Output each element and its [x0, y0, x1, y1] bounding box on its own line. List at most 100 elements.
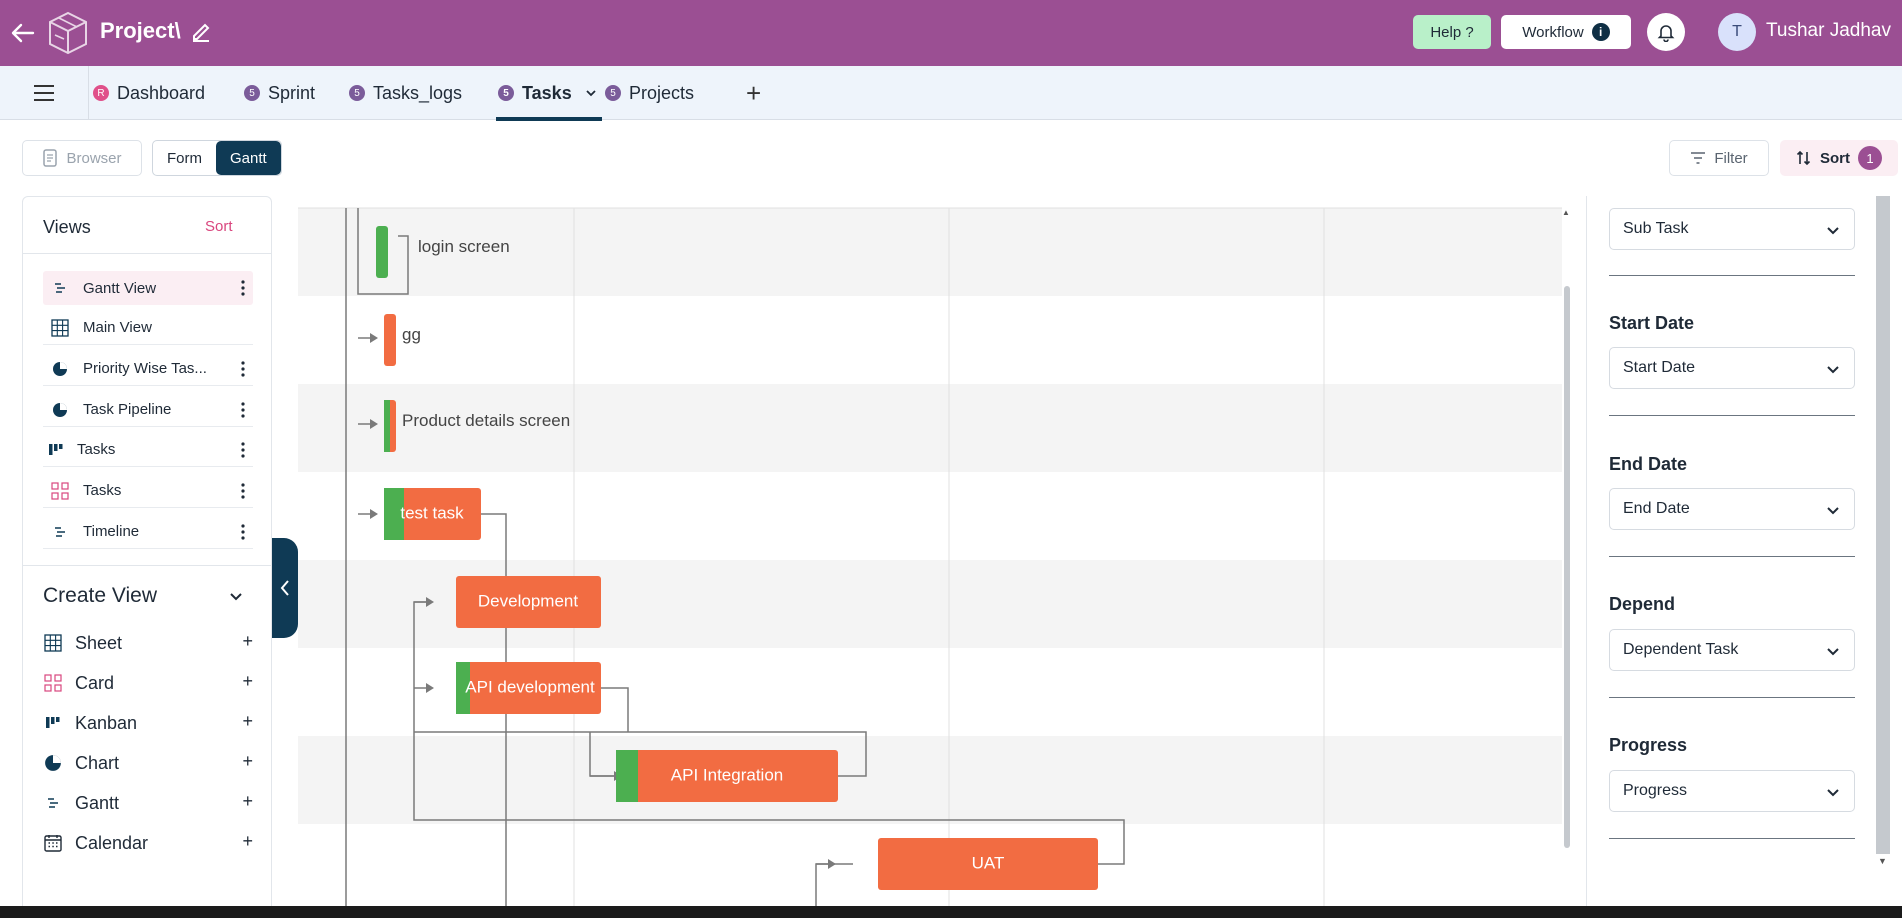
progress-select[interactable]: Progress — [1609, 770, 1855, 812]
tab-tasks-logs[interactable]: 5 Tasks_logs — [349, 80, 462, 106]
tab-tasks[interactable]: 5 Tasks — [498, 80, 596, 106]
hamburger-menu-icon[interactable] — [30, 82, 58, 104]
sort-count-badge: 1 — [1858, 146, 1882, 170]
gantt-bar-gg[interactable] — [384, 314, 396, 366]
view-item-tasks-kanban[interactable]: Tasks — [43, 433, 253, 467]
views-heading: Views — [43, 217, 91, 237]
view-item-main-view[interactable]: Main View — [43, 311, 253, 345]
tab-label: Dashboard — [117, 82, 206, 103]
gantt-bar-label: API development — [465, 677, 595, 696]
filter-icon — [1691, 152, 1706, 164]
create-card-item[interactable]: Card + — [43, 669, 255, 697]
more-options-icon[interactable] — [241, 279, 245, 297]
view-item-label: Main View — [83, 319, 152, 336]
create-item-label: Calendar — [75, 832, 149, 853]
pie-chart-icon — [49, 401, 71, 419]
gantt-chart: login screen gg Product details screen t… — [298, 196, 1576, 918]
settings-panel-scrollbar[interactable] — [1876, 196, 1890, 854]
back-arrow-icon[interactable] — [8, 18, 38, 48]
sort-icon — [1796, 150, 1811, 166]
divider — [1609, 556, 1855, 557]
divider — [1609, 415, 1855, 416]
view-item-timeline[interactable]: Timeline — [43, 515, 253, 549]
collapse-sidebar-button[interactable] — [272, 538, 298, 638]
create-chart-item[interactable]: Chart + — [43, 749, 255, 777]
chevron-down-icon[interactable] — [227, 587, 245, 605]
more-options-icon[interactable] — [241, 401, 245, 419]
add-icon[interactable]: + — [242, 671, 253, 692]
chevron-down-icon[interactable] — [586, 89, 596, 97]
view-item-tasks-card[interactable]: Tasks — [43, 474, 253, 508]
gantt-toggle[interactable]: Gantt — [216, 141, 281, 175]
gantt-row-bg — [298, 296, 1562, 384]
create-kanban-item[interactable]: Kanban + — [43, 709, 255, 737]
gantt-svg: login screen gg Product details screen t… — [298, 207, 1562, 918]
select-value: Start Date — [1623, 359, 1696, 376]
notifications-button[interactable] — [1647, 13, 1685, 51]
divider — [88, 66, 89, 120]
sort-button[interactable]: Sort 1 — [1780, 140, 1898, 176]
more-options-icon[interactable] — [241, 482, 245, 500]
more-options-icon[interactable] — [241, 523, 245, 541]
scroll-down-arrow-icon[interactable]: ▼ — [1878, 856, 1887, 866]
tab-badge: R — [93, 85, 109, 101]
view-item-task-pipeline[interactable]: Task Pipeline — [43, 393, 253, 427]
start-date-label: Start Date — [1609, 313, 1695, 333]
create-sheet-item[interactable]: Sheet + — [43, 629, 255, 657]
add-icon[interactable]: + — [242, 711, 253, 732]
gantt-bar-label: UAT — [972, 853, 1005, 872]
add-icon[interactable]: + — [242, 751, 253, 772]
view-item-label: Tasks — [77, 441, 116, 458]
tab-badge: 5 — [244, 85, 260, 101]
depend-select[interactable]: Dependent Task — [1609, 629, 1855, 671]
gantt-bar-label: test task — [400, 503, 464, 522]
gantt-icon — [49, 523, 71, 541]
taskbar-strip — [0, 906, 1902, 918]
calendar-icon — [43, 833, 63, 853]
edit-pencil-icon[interactable] — [190, 20, 212, 42]
divider — [1609, 697, 1855, 698]
tab-projects[interactable]: 5 Projects — [605, 80, 694, 106]
add-icon[interactable]: + — [242, 631, 253, 652]
gantt-scrollbar[interactable] — [1564, 286, 1570, 848]
more-options-icon[interactable] — [241, 441, 245, 459]
add-tab-button[interactable]: + — [746, 78, 761, 109]
sort-label: Sort — [1820, 149, 1850, 167]
view-mode-toggle: Form Gantt — [152, 140, 282, 176]
views-sidebar: Views Sort Gantt View Main View Priority… — [22, 196, 272, 918]
gantt-bar-login-screen[interactable] — [376, 226, 388, 278]
gantt-row-bg — [298, 736, 1562, 824]
form-toggle[interactable]: Form — [153, 141, 216, 175]
gantt-bar-label: gg — [402, 325, 421, 344]
tab-dashboard[interactable]: R Dashboard — [93, 80, 205, 106]
tab-sprint[interactable]: 5 Sprint — [244, 80, 315, 106]
view-item-priority-wise-tasks[interactable]: Priority Wise Tas... — [43, 352, 253, 386]
more-options-icon[interactable] — [241, 360, 245, 378]
workflow-button[interactable]: Workflow i — [1501, 15, 1631, 49]
create-item-label: Sheet — [75, 632, 123, 653]
browser-button[interactable]: Browser — [22, 140, 142, 176]
add-icon[interactable]: + — [242, 791, 253, 812]
gantt-bar-product-details-screen[interactable] — [384, 400, 396, 452]
user-name[interactable]: Tushar Jadhav — [1766, 20, 1891, 42]
view-item-gantt-view[interactable]: Gantt View — [43, 271, 253, 305]
filter-button[interactable]: Filter — [1669, 140, 1769, 176]
document-icon — [43, 149, 58, 167]
scroll-up-arrow-icon[interactable]: ▲ — [1562, 208, 1570, 217]
active-tab-indicator — [496, 117, 602, 121]
view-item-label: Priority Wise Tas... — [83, 360, 207, 377]
avatar[interactable]: T — [1718, 13, 1756, 51]
pie-chart-icon — [49, 360, 71, 378]
tab-label: Sprint — [268, 82, 316, 103]
gantt-icon — [43, 793, 63, 813]
create-gantt-item[interactable]: Gantt + — [43, 789, 255, 817]
create-calendar-item[interactable]: Calendar + — [43, 829, 255, 857]
help-button[interactable]: Help ? — [1413, 15, 1491, 49]
end-date-select[interactable]: End Date — [1609, 488, 1855, 530]
add-icon[interactable]: + — [242, 831, 253, 852]
sub-task-select[interactable]: Sub Task — [1609, 208, 1855, 250]
chevron-down-icon — [1827, 648, 1839, 656]
divider — [23, 253, 271, 254]
views-sort-link[interactable]: Sort — [205, 218, 233, 235]
start-date-select[interactable]: Start Date — [1609, 347, 1855, 389]
